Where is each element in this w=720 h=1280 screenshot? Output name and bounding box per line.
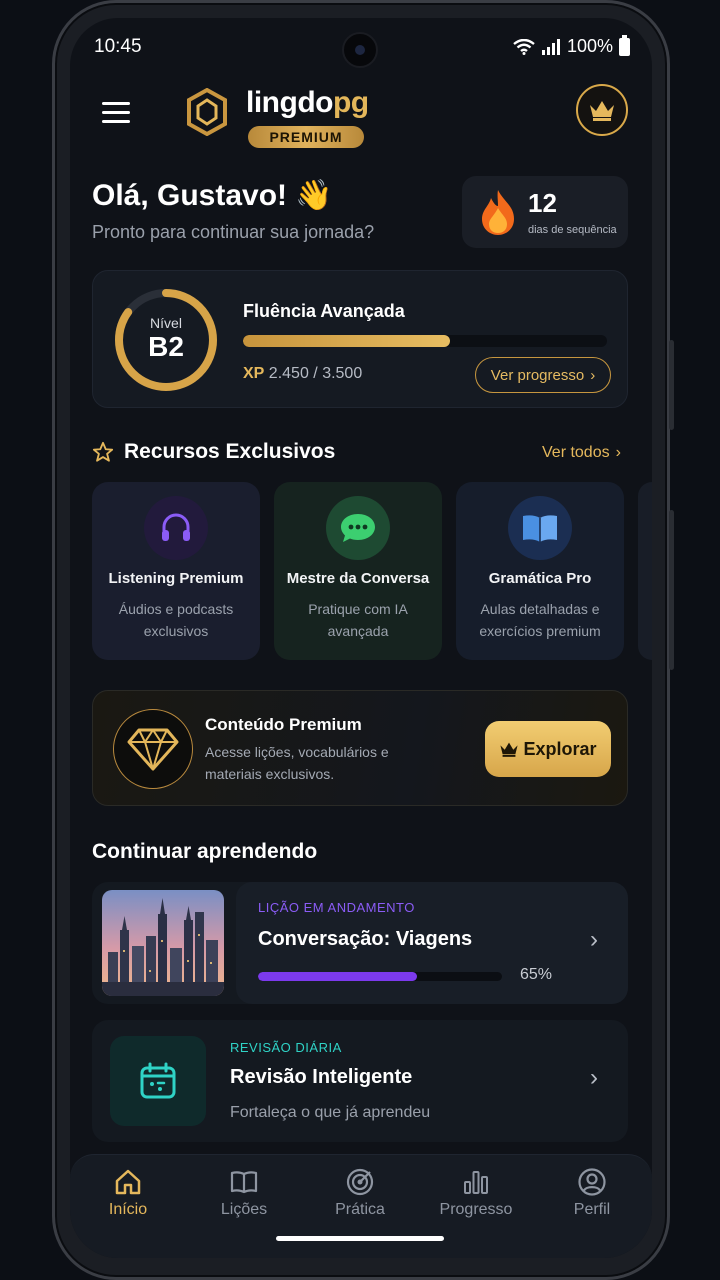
nav-label: Prática xyxy=(335,1201,385,1218)
lesson-info-panel: LIÇÃO EM ANDAMENTO Conversação: Viagens … xyxy=(236,882,628,1004)
nav-label: Lições xyxy=(220,1201,268,1218)
streak-badge[interactable]: 12 dias de sequência xyxy=(462,176,628,248)
brand-name-accent: pg xyxy=(332,86,369,119)
crown-icon xyxy=(590,101,614,121)
nav-home[interactable]: Início xyxy=(70,1167,186,1219)
lesson-percent: 65% xyxy=(520,966,553,983)
premium-crown-button[interactable] xyxy=(576,84,628,136)
feature-card-peek xyxy=(638,482,652,660)
streak-label: dias de sequência xyxy=(528,224,617,236)
feature-title: Mestre da Conversa xyxy=(286,570,430,587)
feature-card-listening[interactable]: Listening Premium Áudios e podcasts excl… xyxy=(92,482,260,660)
lesson-progress-fill xyxy=(258,972,417,981)
review-title: Revisão Inteligente xyxy=(230,1066,413,1088)
battery-percent: 100% xyxy=(566,36,613,56)
signal-icon xyxy=(541,38,560,55)
greeting-subtitle: Pronto para continuar sua jornada? xyxy=(92,222,375,242)
level-ring-label: Nível xyxy=(150,315,182,331)
nav-practice[interactable]: Prática xyxy=(302,1167,418,1219)
streak-count: 12 xyxy=(528,188,557,218)
xp-progress-fill xyxy=(243,335,451,347)
front-camera xyxy=(342,32,378,68)
premium-badge: PREMIUM xyxy=(248,126,364,148)
feature-card-grammar[interactable]: Gramática Pro Aulas detalhadas e exercíc… xyxy=(456,482,624,660)
flame-icon xyxy=(482,190,514,235)
brand-name-main: lingdo xyxy=(246,86,333,119)
features-section-title: Recursos Exclusivos xyxy=(92,440,335,464)
continue-section-title: Continuar aprendendo xyxy=(92,840,318,863)
premium-banner-desc: Acesse lições, vocabulários e materiais … xyxy=(205,744,389,782)
feature-title: Gramática Pro xyxy=(488,570,592,587)
feature-desc: Aulas detalhadas e exercícios premium xyxy=(479,601,601,639)
bottom-navigation: Início Lições Prática Progresso Perfil xyxy=(70,1154,652,1258)
book-icon xyxy=(508,496,572,560)
review-icon-tile xyxy=(110,1036,206,1126)
lesson-progress-bar xyxy=(258,972,502,981)
user-icon xyxy=(578,1168,606,1196)
view-progress-button[interactable]: Ver progresso › xyxy=(475,357,611,393)
book-open-icon xyxy=(230,1171,258,1194)
crown-icon xyxy=(500,742,519,757)
app-screen: 10:45 100% lingdopg PREMIUM Olá, Gustavo… xyxy=(70,18,652,1258)
nav-label: Perfil xyxy=(573,1201,611,1218)
brand-name: lingdopg xyxy=(246,86,369,120)
home-icon xyxy=(115,1169,141,1195)
lesson-in-progress-card[interactable]: LIÇÃO EM ANDAMENTO Conversação: Viagens … xyxy=(92,882,628,1004)
headphones-icon xyxy=(144,496,208,560)
chevron-right-icon: › xyxy=(590,926,598,953)
greeting-title: Olá, Gustavo! 👋 xyxy=(92,179,333,212)
level-title: Fluência Avançada xyxy=(243,301,405,321)
city-skyline-thumbnail xyxy=(102,890,224,996)
menu-button[interactable] xyxy=(102,102,132,124)
nav-lessons[interactable]: Lições xyxy=(186,1167,302,1219)
calendar-icon xyxy=(140,1062,176,1099)
lesson-tag: LIÇÃO EM ANDAMENTO xyxy=(258,900,415,915)
review-tag: REVISÃO DIÁRIA xyxy=(230,1040,342,1055)
feature-desc: Pratique com IA avançada xyxy=(308,601,408,639)
bar-chart-icon xyxy=(464,1171,488,1194)
premium-banner-title: Conteúdo Premium xyxy=(205,715,362,734)
chevron-right-icon: › xyxy=(590,1064,598,1091)
nav-label: Progresso xyxy=(439,1201,513,1218)
explore-label: Explorar xyxy=(523,738,597,759)
home-indicator xyxy=(276,1236,444,1241)
logo-icon xyxy=(187,88,227,136)
wifi-icon xyxy=(513,38,535,55)
chevron-right-icon: › xyxy=(590,366,596,384)
level-code: B2 xyxy=(148,331,184,362)
battery-icon xyxy=(619,34,630,56)
nav-progress[interactable]: Progresso xyxy=(418,1167,534,1219)
feature-title: Listening Premium xyxy=(108,570,244,587)
xp-prefix: XP xyxy=(243,365,265,382)
see-all-label: Ver todos xyxy=(542,444,610,461)
star-icon xyxy=(92,441,114,462)
feature-card-conversation[interactable]: Mestre da Conversa Pratique com IA avanç… xyxy=(274,482,442,660)
see-all-link[interactable]: Ver todos › xyxy=(542,444,621,462)
view-progress-label: Ver progresso xyxy=(490,366,585,384)
xp-text: XP 2.450 / 3.500 xyxy=(243,365,362,383)
diamond-badge xyxy=(113,709,193,789)
premium-content-banner: Conteúdo Premium Acesse lições, vocabulá… xyxy=(92,690,628,806)
level-card: Nível B2 Fluência Avançada XP 2.450 / 3.… xyxy=(92,270,628,408)
side-button-volume xyxy=(669,340,674,430)
side-button-power xyxy=(669,510,674,670)
chevron-right-icon: › xyxy=(615,444,621,461)
explore-button[interactable]: Explorar xyxy=(485,721,611,777)
feature-desc: Áudios e podcasts exclusivos xyxy=(118,601,234,639)
chat-bubble-icon xyxy=(326,496,390,560)
xp-progress-bar xyxy=(243,335,607,347)
diamond-icon xyxy=(127,728,179,771)
status-time: 10:45 xyxy=(94,36,142,57)
nav-label: Início xyxy=(108,1201,148,1218)
status-icons: 100% xyxy=(513,34,630,57)
daily-review-card[interactable]: REVISÃO DIÁRIA Revisão Inteligente Forta… xyxy=(92,1020,628,1142)
target-icon xyxy=(346,1168,374,1196)
features-title-text: Recursos Exclusivos xyxy=(124,440,336,463)
review-desc: Fortaleça o que já aprendeu xyxy=(230,1104,431,1121)
xp-total: / 3.500 xyxy=(313,365,363,382)
xp-current: 2.450 xyxy=(268,365,309,382)
nav-profile[interactable]: Perfil xyxy=(534,1167,650,1219)
lesson-title: Conversação: Viagens xyxy=(258,928,473,950)
